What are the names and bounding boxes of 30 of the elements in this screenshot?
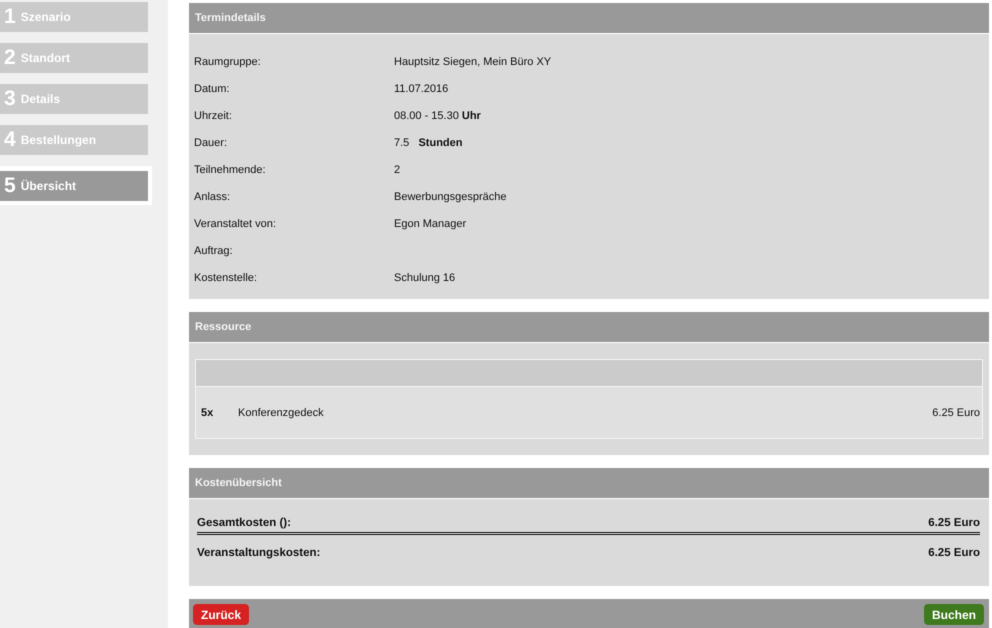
field-label: Dauer: bbox=[193, 136, 228, 148]
back-button[interactable]: Zurück bbox=[193, 604, 250, 625]
field-label: Auftrag: bbox=[193, 244, 234, 256]
field-label: Teilnehmende: bbox=[193, 164, 267, 176]
cost-value: 6.25 Euro bbox=[928, 517, 980, 529]
field-label: Kostenstelle: bbox=[193, 272, 258, 284]
item-name-cell-text: Konferenzgedeck bbox=[238, 406, 325, 418]
section-header: Ressource bbox=[189, 312, 989, 343]
cost-label: Veranstaltungskosten: bbox=[197, 547, 320, 559]
price-cell: 6.25 Euro bbox=[932, 406, 980, 418]
field-label: Raumgruppe: bbox=[193, 56, 262, 68]
step-tab[interactable]: 5 Übersicht bbox=[0, 171, 148, 201]
field-value: Hauptsitz Siegen, Mein Büro XY bbox=[394, 56, 552, 68]
field-label: Veranstaltet von: bbox=[193, 218, 277, 230]
field-label: Uhrzeit: bbox=[193, 110, 233, 122]
field-label: Datum: bbox=[193, 82, 230, 94]
section-header: Termindetails bbox=[189, 3, 989, 34]
book-button[interactable]: Buchen bbox=[924, 604, 984, 625]
cost-value: 6.25 Euro bbox=[928, 547, 980, 559]
field-value: 11.07.2016 bbox=[394, 82, 448, 94]
field-value: Bewerbungsgespräche bbox=[394, 190, 507, 202]
field-value: Egon Manager bbox=[394, 218, 466, 230]
section-header: Kostenübersicht bbox=[189, 468, 989, 499]
quantity-cell-text: 5x bbox=[201, 406, 214, 418]
field-value: 7.5 Stunden bbox=[394, 136, 462, 148]
cost-label: Gesamtkosten (): bbox=[197, 517, 291, 529]
field-value: 08.00 - 15.30 Uhr bbox=[394, 110, 481, 122]
field-value: Schulung 16 bbox=[394, 272, 456, 284]
field-label: Anlass: bbox=[193, 190, 232, 202]
field-value: 2 bbox=[394, 164, 400, 176]
